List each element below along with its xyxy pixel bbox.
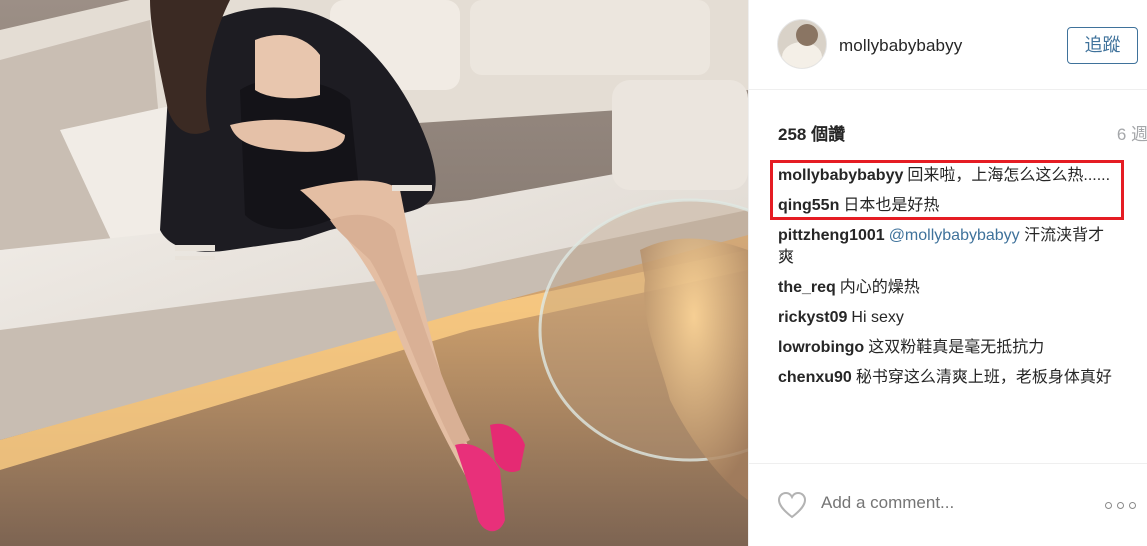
post-timestamp[interactable]: 6 週 [1117,120,1147,145]
avatar[interactable] [777,19,827,69]
comment-text: Hi sexy [851,309,904,326]
photo-illustration [0,0,748,546]
comment-item: chenxu90 秘书穿这么清爽上班，老板身体真好 [778,367,1118,389]
username-link[interactable]: mollybabybabyy [839,36,962,56]
follow-button[interactable]: 追蹤 [1067,27,1138,64]
comment-item: the_req 内心的燥热 [778,277,1118,299]
likes-count[interactable]: 258 個讚 [778,120,845,145]
post-detail-panel: mollybabybabyy 追蹤 258 個讚 6 週 mollybabyba… [748,0,1147,546]
avatar-shape [782,42,822,68]
comment-username[interactable]: qing55n [778,197,839,214]
post-stats: 258 個讚 6 週 [778,120,1147,145]
heart-icon[interactable] [777,491,807,519]
comment-username[interactable]: rickyst09 [778,309,847,326]
dot-icon [1129,502,1136,509]
comment-footer [749,463,1147,546]
comment-username[interactable]: chenxu90 [778,369,852,386]
comment-text: 日本也是好热 [843,197,940,214]
comment-text: 内心的燥热 [839,279,920,296]
comment-username[interactable]: mollybabybabyy [778,167,903,184]
comment-list: mollybabybabyy 回来啦，上海怎么这么热...... qing55n 日… [778,165,1118,397]
add-comment-input[interactable] [821,493,1091,513]
dot-icon [1105,502,1112,509]
more-options-icon[interactable] [1105,502,1137,512]
comment-item: mollybabybabyy 回来啦，上海怎么这么热...... [778,165,1118,187]
dot-icon [1117,502,1124,509]
post-photo[interactable] [0,0,748,546]
comment-item: pittzheng1001 @mollybabybabyy 汗流浃背才爽 [778,225,1118,269]
avatar-shape [796,24,818,46]
comment-item: rickyst09 Hi sexy [778,307,1118,329]
comment-username[interactable]: pittzheng1001 [778,227,885,244]
comment-mention[interactable]: @mollybabybabyy [889,227,1020,244]
comment-item: qing55n 日本也是好热 [778,195,1118,217]
comment-username[interactable]: the_req [778,279,836,296]
comment-item: lowrobingo 这双粉鞋真是毫无抵抗力 [778,337,1118,359]
comment-text: 秘书穿这么清爽上班，老板身体真好 [855,369,1112,386]
post-header: mollybabybabyy 追蹤 [749,0,1147,90]
comment-text: 回来啦，上海怎么这么热...... [907,167,1111,184]
comment-username[interactable]: lowrobingo [778,339,864,356]
comment-text: 这双粉鞋真是毫无抵抗力 [868,339,1045,356]
